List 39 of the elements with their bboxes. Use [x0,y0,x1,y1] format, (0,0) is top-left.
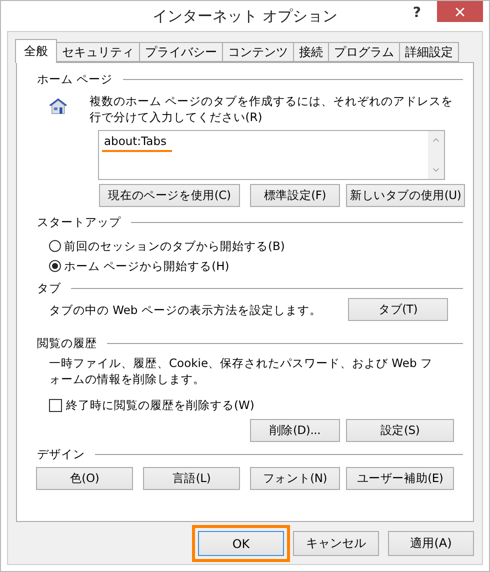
section-heading: デザイン [37,446,85,462]
section-heading: スタートアップ [37,214,121,230]
radio-label[interactable]: 前回のセッションのタブから開始する(B) [64,238,285,254]
action-button[interactable]: 言語(L) [143,467,240,490]
radio-label[interactable]: ホーム ページから開始する(H) [64,258,230,274]
action-button[interactable]: 削除(D)... [250,419,340,442]
radio-button[interactable] [49,260,61,272]
action-button[interactable]: ユーザー補助(E) [346,467,454,490]
description-text: 一時ファイル、履歴、Cookie、保存されたパスワード、および Web フォームの情報を削除します。 [49,355,433,387]
tab[interactable]: セキュリティ [56,42,140,62]
action-button[interactable]: 色(O) [36,467,133,490]
window-title: インターネット オプション [152,7,338,26]
tab[interactable]: プログラム [328,42,400,62]
checkbox[interactable] [49,398,62,412]
action-button[interactable]: 現在のページを使用(C) [99,184,240,207]
tabs-button[interactable]: タブ(T) [348,298,448,321]
tab[interactable]: プライバシー [139,42,223,62]
section-heading: タブ [37,280,61,296]
tab[interactable]: 接続 [293,42,329,62]
scrollbar[interactable] [428,131,444,179]
dialog-button[interactable]: キャンセル [293,531,379,556]
section-heading: 閲覧の履歴 [37,336,97,350]
action-button[interactable]: 標準設定(F) [250,184,340,207]
tab[interactable]: 詳細設定 [399,42,459,62]
address-field[interactable]: about:Tabs [98,130,445,180]
dialog-button[interactable]: 適用(A) [388,531,474,556]
tab[interactable]: コンテンツ [222,42,294,62]
radio-button[interactable] [49,240,61,252]
help-button[interactable]: ? [406,3,427,23]
address-value: about:Tabs [99,131,428,151]
action-button[interactable]: 新しいタブの使用(U) [346,184,466,207]
tab[interactable]: 全般 [15,39,57,63]
action-button[interactable]: フォント(N) [250,467,340,490]
close-button[interactable] [437,1,483,22]
instruction-text: 複数のホーム ページのタブを作成するには、それぞれのアドレスを行で分けて入力してください(R) [89,93,454,125]
action-button[interactable]: 設定(S) [346,419,454,442]
section-heading: ホーム ページ [37,72,113,86]
description-text: タブの中の Web ページの表示方法を設定します。 [49,302,322,318]
checkbox-label[interactable]: 終了時に閲覧の履歴を削除する(W) [66,397,254,413]
